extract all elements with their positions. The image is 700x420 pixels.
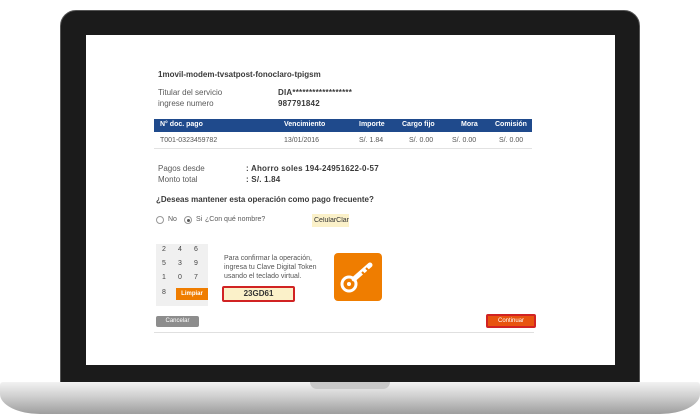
col-cargo-fijo: Cargo fijo [402, 121, 435, 128]
key-icon [334, 253, 382, 301]
token-instruction: Para confirmar la operación, ingresa tu … [224, 255, 317, 280]
key-3[interactable]: 3 [178, 260, 182, 267]
col-importe: Importe [359, 121, 385, 128]
cancel-button[interactable]: Cancelar [156, 316, 199, 327]
cell-comision: S/. 0.00 [499, 137, 524, 144]
cell-vencimiento: 13/01/2016 [284, 137, 320, 144]
number-value: 987791842 [278, 99, 320, 108]
col-mora: Mora [461, 121, 478, 128]
service-title: 1movil-modem-tvsatpost-fonoclaro-tpigsm [158, 70, 321, 79]
frequent-question: ¿Deseas mantener esta operación como pag… [156, 195, 374, 204]
col-doc: N° doc. pago [160, 121, 203, 128]
laptop-notch [310, 382, 390, 389]
payment-table: N° doc. pago Vencimiento Importe Cargo f… [154, 119, 532, 149]
table-header: N° doc. pago Vencimiento Importe Cargo f… [154, 119, 532, 132]
table-row: T001-0323459782 13/01/2016 S/. 1.84 S/. … [154, 132, 532, 149]
laptop-screen: 1movil-modem-tvsatpost-fonoclaro-tpigsm … [86, 35, 615, 365]
col-comision: Comisión [495, 121, 527, 128]
radio-no[interactable] [156, 216, 164, 224]
footer-divider [154, 332, 534, 333]
key-1[interactable]: 1 [162, 274, 166, 281]
radio-no-label: No [168, 216, 177, 223]
cell-importe: S/. 1.84 [359, 137, 384, 144]
alias-prompt: ¿Con qué nombre? [205, 216, 266, 223]
key-9[interactable]: 9 [194, 260, 198, 267]
key-7[interactable]: 7 [194, 274, 198, 281]
total-value: : S/. 1.84 [246, 175, 281, 184]
clear-button[interactable]: Limpiar [176, 288, 208, 300]
cell-mora: S/. 0.00 [452, 137, 477, 144]
total-label: Monto total [158, 175, 198, 184]
holder-label: Titular del servicio [158, 88, 223, 97]
key-5[interactable]: 5 [162, 260, 166, 267]
from-label: Pagos desde [158, 164, 205, 173]
alias-input[interactable] [312, 214, 349, 227]
number-label: ingrese numero [158, 99, 214, 108]
key-0[interactable]: 0 [178, 274, 182, 281]
key-4[interactable]: 4 [178, 246, 182, 253]
cell-cargo-fijo: S/. 0.00 [409, 137, 434, 144]
key-2[interactable]: 2 [162, 246, 166, 253]
radio-yes-label: Si [196, 216, 203, 223]
from-value: : Ahorro soles 194-24951622-0-57 [246, 164, 379, 173]
holder-value: DIA****************** [278, 88, 353, 97]
continue-button[interactable]: Continuar [486, 314, 536, 328]
token-code-field[interactable]: 23GD61 [222, 286, 295, 302]
key-6[interactable]: 6 [194, 246, 198, 253]
key-8[interactable]: 8 [162, 289, 166, 296]
col-vencimiento: Vencimiento [284, 121, 326, 128]
radio-yes[interactable] [184, 216, 192, 224]
cell-doc: T001-0323459782 [160, 137, 218, 144]
